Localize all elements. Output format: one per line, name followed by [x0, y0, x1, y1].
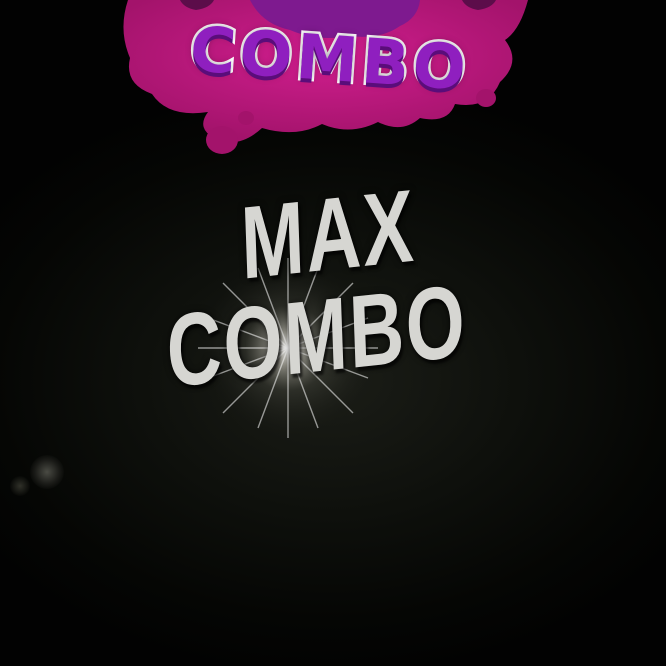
max-combo-title: MAX COMBO	[147, 167, 512, 410]
bokeh-light	[10, 476, 30, 496]
bokeh-light	[30, 455, 64, 489]
game-scene: COMBO MAX COMBO	[0, 0, 666, 666]
combo-badge: COMBO	[0, 0, 666, 170]
